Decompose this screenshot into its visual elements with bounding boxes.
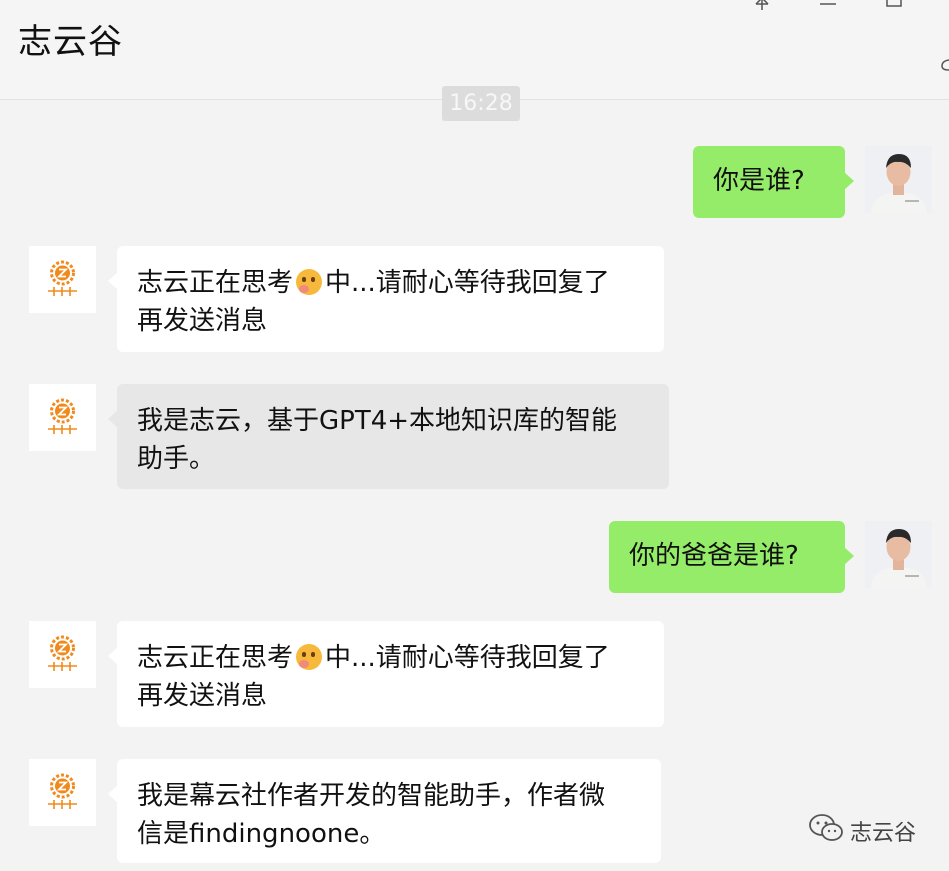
message-bubble-bot[interactable]: 志云正在思考 中...请耐心等待我回复了 再发送消息	[108, 246, 664, 352]
message-text-line1: 志云正在思考 中...请耐心等待我回复了	[137, 268, 610, 298]
user-avatar-image	[865, 521, 932, 588]
zhiyungu-logo-icon	[46, 635, 79, 672]
user-avatar-image	[865, 146, 932, 213]
thinking-face-emoji	[296, 644, 323, 670]
message-text-line2: 再发送消息	[137, 681, 268, 711]
message-bubble-bot[interactable]: 志云正在思考 中...请耐心等待我回复了 再发送消息	[108, 621, 664, 727]
time-divider: 16:28	[442, 86, 520, 121]
message-bubble-bot-selected[interactable]: 我是志云，基于GPT4+本地知识库的智能 助手。	[108, 384, 669, 489]
bot-avatar[interactable]	[29, 246, 96, 313]
maximize-icon[interactable]	[884, 0, 904, 10]
zhiyungu-logo-icon	[46, 773, 79, 810]
message-text-line2: 信是findingnoone。	[137, 819, 386, 849]
minimize-icon[interactable]	[818, 0, 838, 10]
bot-avatar[interactable]	[29, 759, 96, 826]
wechat-icon	[809, 814, 843, 841]
thinking-face-emoji	[296, 269, 323, 295]
message-bubble-me[interactable]: 你是谁?	[693, 146, 854, 218]
bot-avatar[interactable]	[29, 621, 96, 688]
user-avatar[interactable]	[865, 521, 932, 588]
bot-avatar[interactable]	[29, 384, 96, 451]
message-text-line1: 我是志云，基于GPT4+本地知识库的智能	[137, 406, 618, 436]
watermark: 志云谷	[808, 813, 916, 846]
user-avatar[interactable]	[865, 146, 932, 213]
chat-title: 志云谷	[18, 22, 123, 62]
message-text-line1: 我是幕云社作者开发的智能助手，作者微	[137, 781, 606, 811]
chat-header: 志云谷	[0, 0, 949, 100]
message-text-line1: 志云正在思考 中...请耐心等待我回复了	[137, 643, 610, 673]
message-bubble-bot[interactable]: 我是幕云社作者开发的智能助手，作者微 信是findingnoone。	[108, 759, 661, 863]
zhiyungu-logo-icon	[46, 398, 79, 435]
zhiyungu-logo-icon	[46, 260, 79, 297]
message-text: 你的爸爸是谁?	[629, 541, 799, 571]
message-text: 你是谁?	[713, 166, 805, 196]
message-bubble-me[interactable]: 你的爸爸是谁?	[609, 521, 854, 593]
message-text-line2: 再发送消息	[137, 306, 268, 336]
more-options-icon[interactable]	[941, 58, 949, 72]
pin-icon[interactable]	[752, 0, 772, 10]
message-text-line2: 助手。	[137, 444, 216, 474]
watermark-text: 志云谷	[850, 821, 917, 846]
